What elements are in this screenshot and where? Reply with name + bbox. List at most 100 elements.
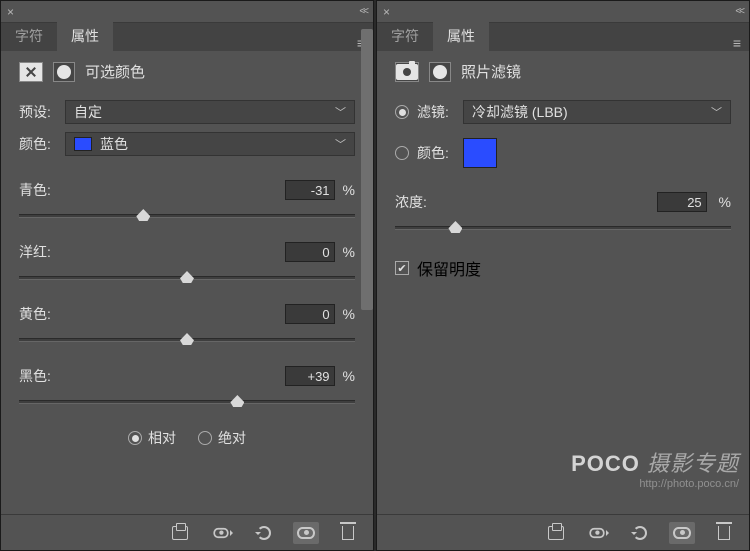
slider-2: 黄色: 0% xyxy=(19,304,355,342)
unit: % xyxy=(343,306,355,322)
slider-3: 黑色: +39% xyxy=(19,366,355,404)
layer-mask-icon[interactable] xyxy=(429,62,451,82)
tab-character[interactable]: 字符 xyxy=(1,21,57,51)
slider-thumb[interactable] xyxy=(180,271,194,283)
reset-icon[interactable] xyxy=(627,522,653,544)
tab-properties[interactable]: 属性 xyxy=(57,21,113,51)
adjustment-header: 照片滤镜 xyxy=(377,51,749,92)
panel-selective-color: × << 字符 属性 ≡ 可选颜色 预设: 自定 ﹀ 颜色: 蓝色 ﹀ xyxy=(0,0,374,551)
radio-color-icon[interactable] xyxy=(395,146,409,160)
slider-label: 黑色: xyxy=(19,366,51,386)
filter-row: 滤镜: 冷却滤镜 (LBB) ﹀ xyxy=(395,100,731,124)
preserve-label: 保留明度 xyxy=(417,256,481,280)
toggle-visibility-icon[interactable] xyxy=(293,522,319,544)
panel-footer xyxy=(1,514,373,550)
delete-icon[interactable] xyxy=(335,522,361,544)
color-swatch-icon xyxy=(74,137,92,151)
color-swatch[interactable] xyxy=(463,138,497,168)
slider-value[interactable]: 0 xyxy=(285,242,335,262)
radio-absolute-label: 绝对 xyxy=(218,428,246,448)
panel-footer xyxy=(377,514,749,550)
density-value[interactable]: 25 xyxy=(657,192,707,212)
unit: % xyxy=(719,194,731,210)
slider-1: 洋红: 0% xyxy=(19,242,355,280)
radio-relative[interactable]: 相对 xyxy=(128,428,176,448)
watermark: POCO 摄影专题 http://photo.poco.cn/ xyxy=(571,446,739,490)
reset-icon[interactable] xyxy=(251,522,277,544)
slider-0: 青色: -31% xyxy=(19,180,355,218)
tab-bar: 字符 属性 ≡ xyxy=(377,23,749,51)
unit: % xyxy=(343,244,355,260)
slider-track[interactable] xyxy=(19,276,355,280)
slider-track[interactable] xyxy=(395,226,731,230)
view-previous-icon[interactable] xyxy=(209,522,235,544)
preset-value: 自定 xyxy=(74,102,102,122)
preset-label: 预设: xyxy=(19,102,57,122)
layer-mask-icon[interactable] xyxy=(53,62,75,82)
slider-track[interactable] xyxy=(19,338,355,342)
chevron-down-icon: ﹀ xyxy=(711,104,722,120)
slider-thumb[interactable] xyxy=(230,395,244,407)
adjustment-title: 照片滤镜 xyxy=(461,61,521,82)
photo-filter-icon xyxy=(395,62,419,82)
mode-radio-group: 相对 绝对 xyxy=(1,428,373,448)
clip-to-layer-icon[interactable] xyxy=(543,522,569,544)
density-slider: 浓度: 25 % xyxy=(395,192,731,230)
color-row: 颜色: 蓝色 ﹀ xyxy=(19,132,355,156)
slider-value[interactable]: -31 xyxy=(285,180,335,200)
tab-properties[interactable]: 属性 xyxy=(433,21,489,51)
color-label: 颜色: xyxy=(417,143,455,163)
tab-bar: 字符 属性 ≡ xyxy=(1,23,373,51)
color-row: 颜色: xyxy=(395,138,731,168)
watermark-url: http://photo.poco.cn/ xyxy=(571,478,739,490)
slider-label: 黄色: xyxy=(19,304,51,324)
panel-scrollbar[interactable] xyxy=(361,29,373,514)
slider-thumb[interactable] xyxy=(180,333,194,345)
watermark-sub: 摄影专题 xyxy=(647,451,739,476)
unit: % xyxy=(343,182,355,198)
unit: % xyxy=(343,368,355,384)
clip-to-layer-icon[interactable] xyxy=(167,522,193,544)
radio-relative-label: 相对 xyxy=(148,428,176,448)
chevron-down-icon: ﹀ xyxy=(335,104,346,120)
filter-label: 滤镜: xyxy=(417,102,455,122)
slider-thumb[interactable] xyxy=(448,221,462,233)
adjustment-title: 可选颜色 xyxy=(85,61,145,82)
radio-off-icon xyxy=(198,431,212,445)
close-icon[interactable]: × xyxy=(383,5,390,19)
filter-value: 冷却滤镜 (LBB) xyxy=(472,102,568,122)
panel-titlebar: × << xyxy=(377,1,749,23)
close-icon[interactable]: × xyxy=(7,5,14,19)
toggle-visibility-icon[interactable] xyxy=(669,522,695,544)
chevron-down-icon: ﹀ xyxy=(335,136,346,152)
slider-thumb[interactable] xyxy=(136,209,150,221)
color-value: 蓝色 xyxy=(100,134,128,154)
filter-select[interactable]: 冷却滤镜 (LBB) ﹀ xyxy=(463,100,731,124)
view-previous-icon[interactable] xyxy=(585,522,611,544)
preset-select[interactable]: 自定 ﹀ xyxy=(65,100,355,124)
adjustment-header: 可选颜色 xyxy=(1,51,373,92)
panel-photo-filter: × << 字符 属性 ≡ 照片滤镜 滤镜: 冷却滤镜 (LBB) ﹀ 颜色: 浓… xyxy=(376,0,750,551)
tab-character[interactable]: 字符 xyxy=(377,21,433,51)
delete-icon[interactable] xyxy=(711,522,737,544)
density-label: 浓度: xyxy=(395,192,427,212)
color-select[interactable]: 蓝色 ﹀ xyxy=(65,132,355,156)
slider-value[interactable]: 0 xyxy=(285,304,335,324)
slider-track[interactable] xyxy=(19,400,355,404)
collapse-icon[interactable]: << xyxy=(735,6,743,17)
panel-menu-icon[interactable]: ≡ xyxy=(725,35,749,51)
slider-label: 青色: xyxy=(19,180,51,200)
panel-titlebar: × << xyxy=(1,1,373,23)
slider-value[interactable]: +39 xyxy=(285,366,335,386)
collapse-icon[interactable]: << xyxy=(359,6,367,17)
slider-label: 洋红: xyxy=(19,242,51,262)
slider-track[interactable] xyxy=(19,214,355,218)
radio-absolute[interactable]: 绝对 xyxy=(198,428,246,448)
selective-color-icon xyxy=(19,62,43,82)
radio-filter-icon[interactable] xyxy=(395,105,409,119)
preset-row: 预设: 自定 ﹀ xyxy=(19,100,355,124)
watermark-brand: POCO xyxy=(571,451,640,476)
checkbox-checked-icon[interactable]: ✔ xyxy=(395,261,409,275)
color-label: 颜色: xyxy=(19,134,57,154)
preserve-luminosity-row[interactable]: ✔ 保留明度 xyxy=(395,256,731,280)
